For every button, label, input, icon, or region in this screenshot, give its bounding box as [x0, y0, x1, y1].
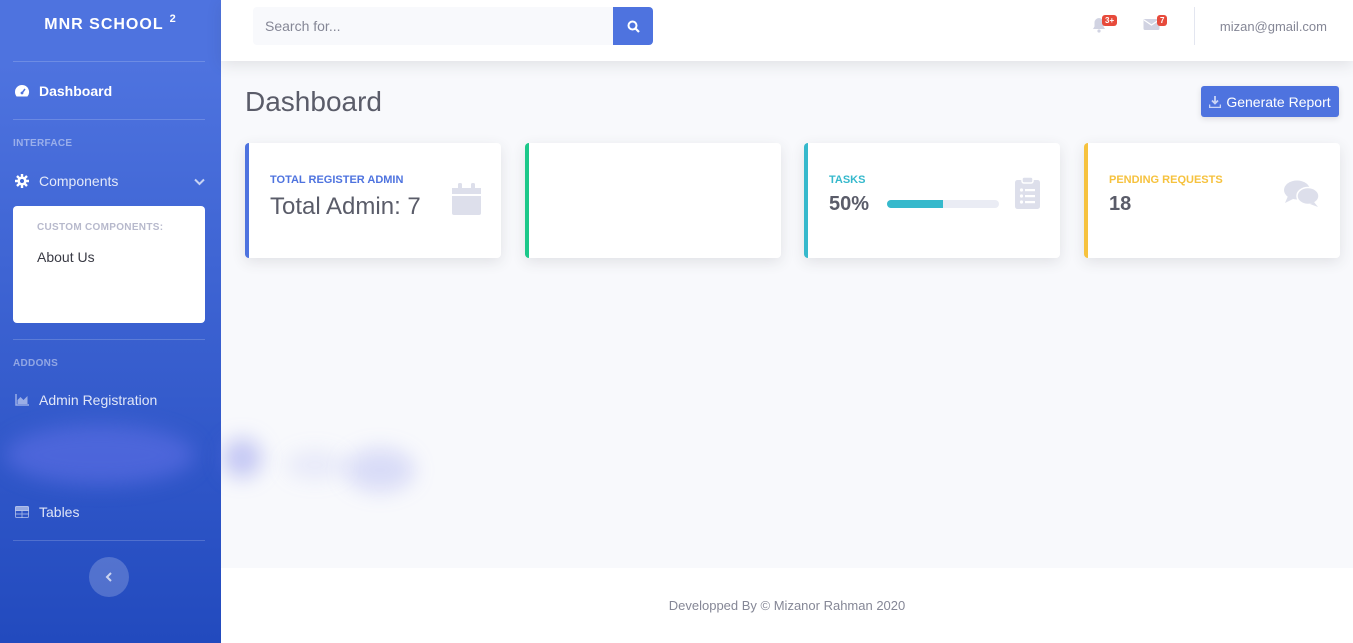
- report-button-label: Generate Report: [1226, 93, 1331, 110]
- card-tasks: TASKS 50%: [804, 143, 1060, 258]
- sidebar-divider: [13, 540, 205, 541]
- card-label: TOTAL REGISTER ADMIN: [270, 174, 404, 186]
- sidebar-heading-addons: ADDONS: [13, 358, 59, 369]
- sidebar: MNR SCHOOL 2 Dashboard INTERFACE Componen…: [0, 0, 221, 643]
- blurred-region: [285, 450, 345, 480]
- calendar-icon: [452, 183, 481, 220]
- chart-area-icon: [13, 392, 31, 408]
- clipboard-list-icon: [1015, 176, 1040, 214]
- footer: Developped By © Mizanor Rahman 2020: [221, 568, 1353, 643]
- search-input[interactable]: [253, 7, 613, 45]
- brand-sup: 2: [169, 13, 177, 25]
- sidebar-divider: [13, 339, 205, 340]
- download-icon: [1209, 95, 1222, 108]
- page-title: Dashboard: [245, 86, 382, 117]
- user-email[interactable]: mizan@gmail.com: [1220, 19, 1327, 34]
- sidebar-divider: [13, 119, 205, 120]
- card-empty: [525, 143, 781, 258]
- sidebar-item-admin-registration[interactable]: Admin Registration: [0, 376, 221, 424]
- card-value: 18: [1109, 193, 1132, 215]
- chevron-down-icon: [194, 173, 205, 189]
- alerts-badge: 3+: [1102, 15, 1118, 26]
- gear-icon: [13, 173, 31, 189]
- collapse-header: CUSTOM COMPONENTS:: [37, 222, 164, 233]
- card-value: 50%: [829, 193, 870, 215]
- chevron-left-icon: [105, 572, 112, 582]
- card-label: TASKS: [829, 174, 866, 186]
- generate-report-button[interactable]: Generate Report: [1201, 86, 1339, 117]
- sidebar-item-label: Dashboard: [39, 82, 113, 99]
- search-bar: [253, 7, 653, 45]
- sidebar-item-dashboard[interactable]: Dashboard: [0, 62, 221, 119]
- blurred-region: [222, 438, 262, 478]
- progress-fill: [887, 200, 943, 208]
- card-label: PENDING REQUESTS: [1109, 174, 1223, 186]
- footer-copyright: Developped By © Mizanor Rahman 2020: [668, 598, 906, 613]
- brand-name: MNR SCHOOL: [44, 16, 164, 33]
- sidebar-item-label: Components: [39, 173, 119, 189]
- comments-icon: [1283, 179, 1320, 213]
- sidebar-item-label: Tables: [39, 504, 80, 520]
- sidebar-item-components[interactable]: Components: [0, 156, 221, 206]
- card-pending-requests: PENDING REQUESTS 18: [1084, 143, 1340, 258]
- topbar-divider: [1194, 7, 1195, 45]
- card-total-admin: TOTAL REGISTER ADMIN Total Admin: 7: [245, 143, 501, 258]
- brand-logo[interactable]: MNR SCHOOL 2: [0, 0, 221, 61]
- topbar: 3+ 7 mizan@gmail.com: [221, 0, 1353, 61]
- sidebar-toggle-button[interactable]: [89, 557, 129, 597]
- blurred-region: [5, 425, 195, 485]
- tasks-progress-bar: [887, 200, 999, 208]
- search-button[interactable]: [613, 7, 653, 45]
- alerts-dropdown[interactable]: 3+: [1092, 15, 1118, 38]
- messages-dropdown[interactable]: 7: [1143, 15, 1168, 36]
- sidebar-item-label: Admin Registration: [39, 392, 158, 408]
- blurred-region: [345, 448, 415, 492]
- sidebar-item-tables[interactable]: Tables: [0, 488, 221, 536]
- sidebar-heading-interface: INTERFACE: [13, 138, 73, 149]
- search-icon: [627, 20, 640, 33]
- components-collapse-menu: CUSTOM COMPONENTS: About Us: [13, 206, 205, 323]
- collapse-item-about-us[interactable]: About Us: [37, 249, 181, 265]
- card-value: Total Admin: 7: [270, 193, 421, 220]
- table-icon: [13, 504, 31, 520]
- tachometer-icon: [13, 83, 31, 99]
- messages-badge: 7: [1157, 15, 1168, 26]
